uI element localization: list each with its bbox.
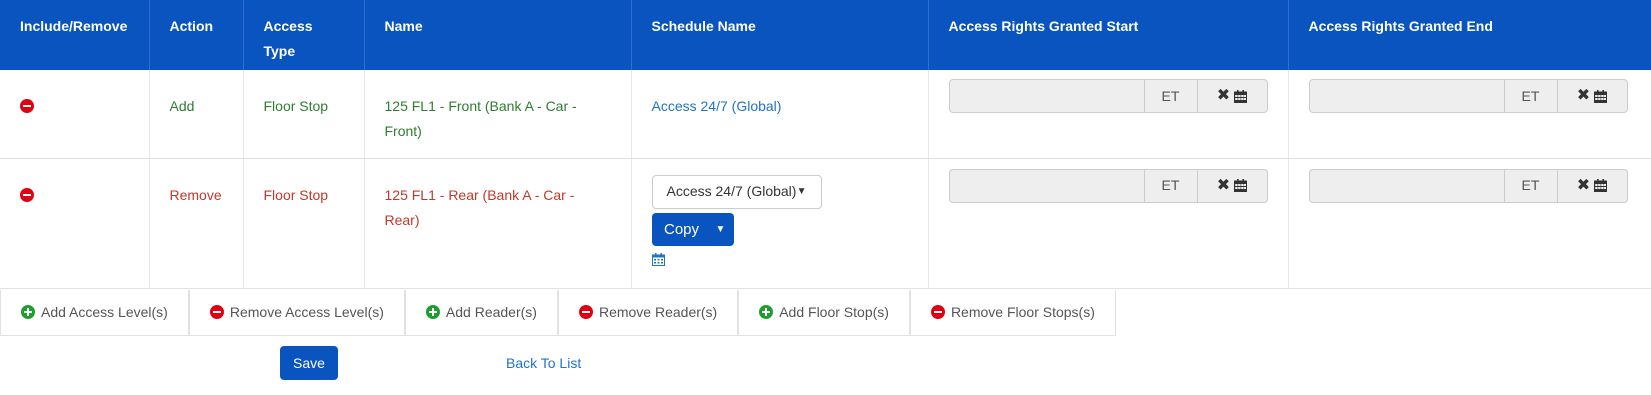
table-header-row: Include/Remove Action Access Type Name S… xyxy=(0,0,1651,70)
remove-access-level-button[interactable]: Remove Access Level(s) xyxy=(188,289,405,336)
remove-reader-button[interactable]: Remove Reader(s) xyxy=(557,289,739,336)
timezone-label: ET xyxy=(1143,79,1198,113)
end-datetime-picker-button[interactable]: ✖ xyxy=(1557,79,1628,113)
save-button[interactable]: Save xyxy=(280,346,338,380)
action-bar: Add Access Level(s) Remove Access Level(… xyxy=(0,289,1651,336)
action-cell: Add xyxy=(149,70,244,159)
minus-circle-icon xyxy=(578,305,593,319)
clear-icon[interactable]: ✖ xyxy=(1217,88,1230,104)
schedule-select-value: Access 24/7 (Global) xyxy=(666,183,797,199)
add-floor-stop-button[interactable]: Add Floor Stop(s) xyxy=(738,289,910,336)
action-label: Add Access Level(s) xyxy=(41,304,168,320)
start-cell: ET ✖ xyxy=(928,70,1289,159)
start-datetime-group: ET ✖ xyxy=(948,168,1269,203)
clear-icon[interactable]: ✖ xyxy=(1577,88,1590,104)
access-type-cell: Floor Stop xyxy=(243,158,365,289)
access-type-cell: Floor Stop xyxy=(243,70,365,159)
clear-icon[interactable]: ✖ xyxy=(1577,177,1590,194)
calendar-icon[interactable] xyxy=(1234,179,1248,192)
minus-circle-icon xyxy=(930,305,945,319)
table-row: Remove Floor Stop 125 FL1 - Rear (Bank A… xyxy=(0,158,1651,289)
start-cell: ET ✖ xyxy=(928,158,1289,289)
column-header-start: Access Rights Granted Start xyxy=(928,0,1289,70)
add-access-level-button[interactable]: Add Access Level(s) xyxy=(0,289,189,336)
remove-row-icon[interactable] xyxy=(20,99,34,113)
end-datetime-picker-button[interactable]: ✖ xyxy=(1557,168,1628,203)
calendar-icon[interactable] xyxy=(1594,89,1608,103)
table-row: Add Floor Stop 125 FL1 - Front (Bank A -… xyxy=(0,70,1651,159)
schedule-link[interactable]: Access 24/7 (Global) xyxy=(652,98,782,114)
timezone-label: ET xyxy=(1503,79,1558,113)
start-datetime-picker-button[interactable]: ✖ xyxy=(1197,79,1268,113)
action-label: Remove Access Level(s) xyxy=(229,304,384,320)
action-cell: Remove xyxy=(149,158,244,289)
calendar-icon[interactable] xyxy=(1594,179,1608,192)
plus-circle-icon xyxy=(21,305,35,319)
copy-split-button[interactable]: Copy ▼ xyxy=(651,212,734,246)
end-datetime-input[interactable] xyxy=(1308,79,1504,113)
chevron-down-icon: ▼ xyxy=(796,186,807,197)
start-datetime-input[interactable] xyxy=(948,168,1144,203)
column-header-name: Name xyxy=(364,0,632,70)
back-to-list-link[interactable]: Back To List xyxy=(506,355,581,371)
name-cell: 125 FL1 - Front (Bank A - Car - Front) xyxy=(364,70,632,159)
clear-icon[interactable]: ✖ xyxy=(1217,177,1230,194)
column-header-schedule-name: Schedule Name xyxy=(631,0,929,70)
column-header-access-type: Access Type xyxy=(243,0,365,70)
copy-button[interactable]: Copy xyxy=(652,213,708,246)
add-reader-button[interactable]: Add Reader(s) xyxy=(404,289,558,336)
end-datetime-group: ET ✖ xyxy=(1308,79,1629,113)
plus-circle-icon xyxy=(759,305,774,319)
timezone-label: ET xyxy=(1503,168,1558,203)
remove-floor-stop-button[interactable]: Remove Floor Stops(s) xyxy=(909,289,1116,336)
action-label: Remove Floor Stops(s) xyxy=(950,304,1095,320)
remove-row-icon[interactable] xyxy=(20,187,34,202)
column-header-action: Action xyxy=(149,0,244,70)
timezone-label: ET xyxy=(1143,168,1198,203)
schedule-cell: Access 24/7 (Global) ▼ Copy ▼ xyxy=(631,158,929,289)
schedule-select[interactable]: Access 24/7 (Global) ▼ xyxy=(651,174,822,209)
column-header-end: Access Rights Granted End xyxy=(1288,0,1651,70)
include-remove-cell xyxy=(0,158,150,289)
start-datetime-group: ET ✖ xyxy=(948,79,1269,113)
caret-down-icon[interactable]: ▼ xyxy=(708,213,734,246)
calendar-icon[interactable] xyxy=(651,249,665,274)
action-label: Add Reader(s) xyxy=(445,304,537,320)
start-datetime-picker-button[interactable]: ✖ xyxy=(1197,168,1268,203)
name-cell: 125 FL1 - Rear (Bank A - Car - Rear) xyxy=(364,158,632,289)
include-remove-cell xyxy=(0,70,150,159)
calendar-icon[interactable] xyxy=(1234,89,1248,103)
end-cell: ET ✖ xyxy=(1288,70,1651,159)
schedule-cell: Access 24/7 (Global) xyxy=(631,70,929,159)
plus-circle-icon xyxy=(425,305,440,319)
end-datetime-input[interactable] xyxy=(1308,168,1504,203)
access-rights-table: Include/Remove Action Access Type Name S… xyxy=(0,0,1651,289)
action-label: Remove Reader(s) xyxy=(598,304,718,320)
column-header-include-remove: Include/Remove xyxy=(0,0,150,70)
end-datetime-group: ET ✖ xyxy=(1308,168,1629,203)
end-cell: ET ✖ xyxy=(1288,158,1651,289)
start-datetime-input[interactable] xyxy=(948,79,1144,113)
minus-circle-icon xyxy=(209,305,224,319)
form-footer: Save Back To List xyxy=(0,346,1651,382)
action-label: Add Floor Stop(s) xyxy=(779,304,889,320)
